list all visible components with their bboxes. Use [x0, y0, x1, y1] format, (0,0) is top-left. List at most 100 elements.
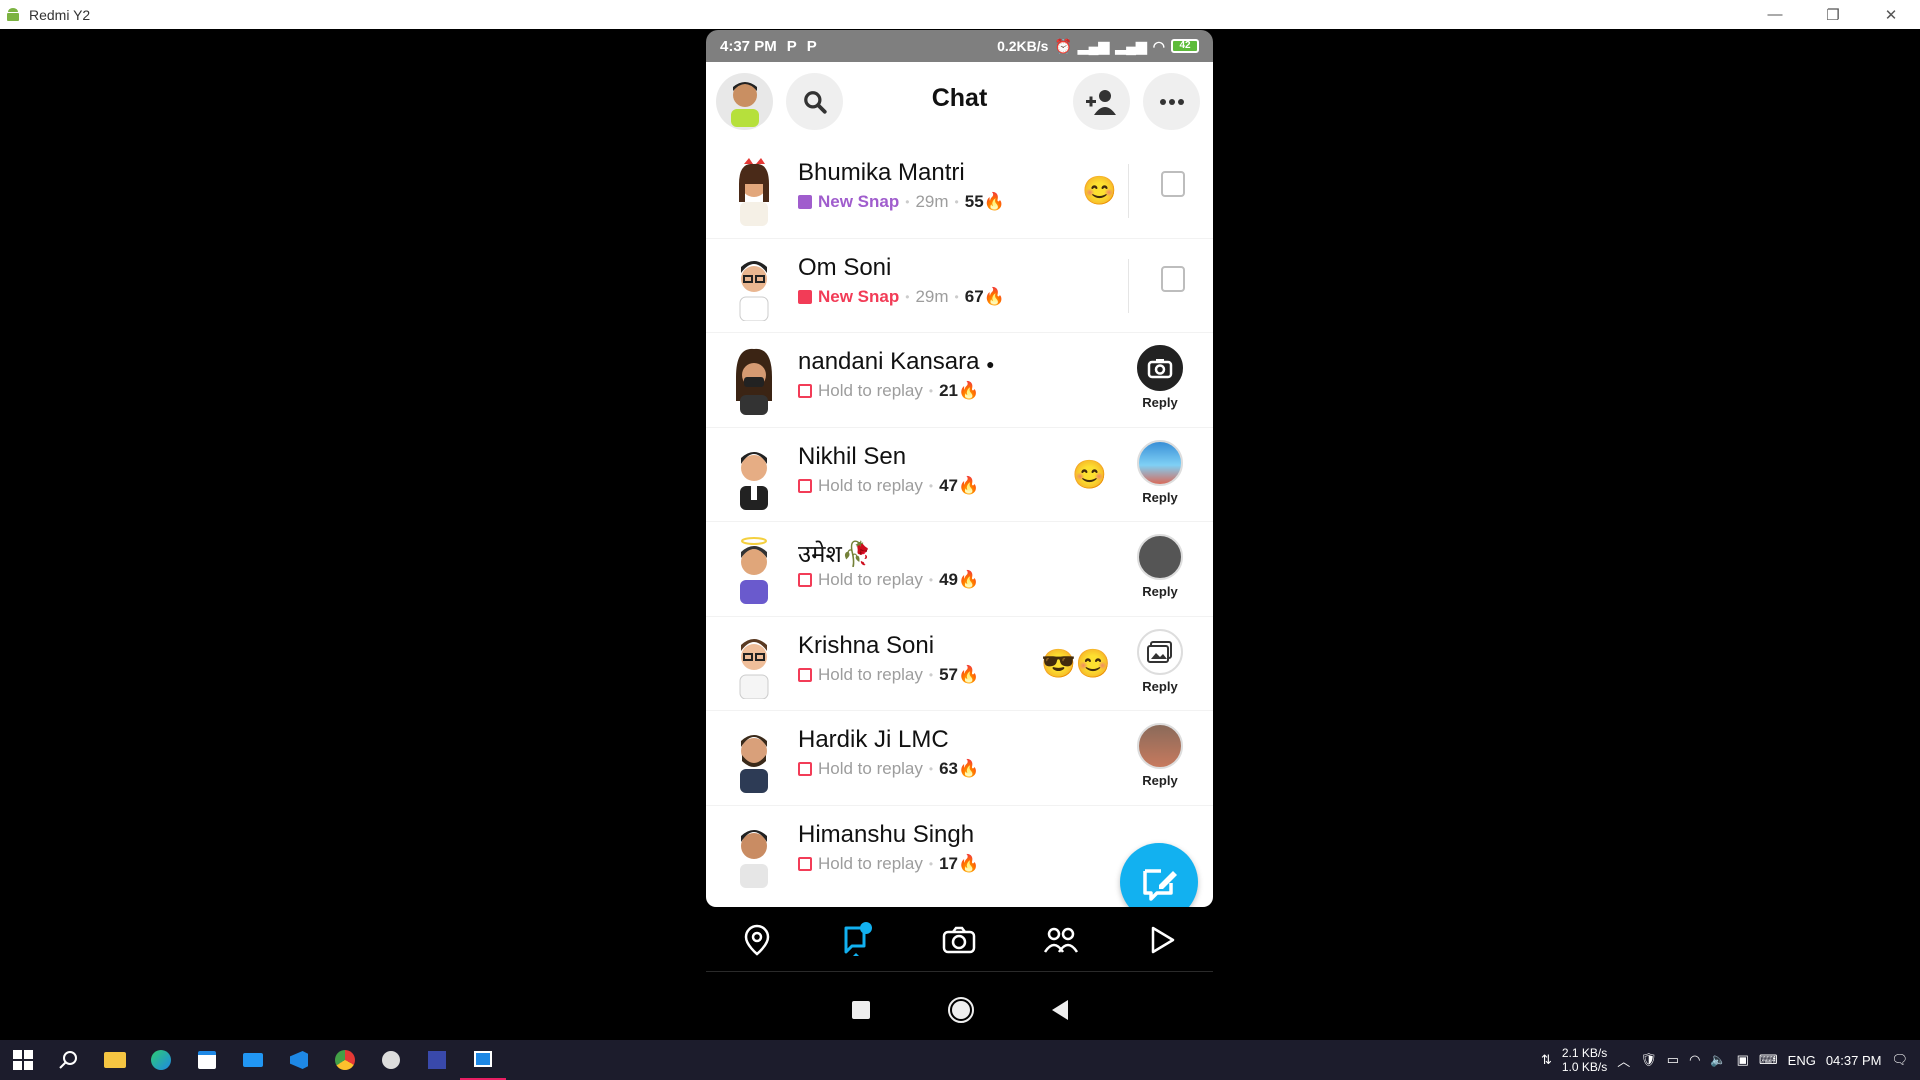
streak-count: 67🔥 [964, 286, 1005, 306]
status-icon-p2: P [806, 37, 817, 55]
edge-icon [151, 1050, 171, 1070]
edge-button[interactable] [138, 1040, 184, 1080]
taskbar: ⇅ 2.1 KB/s 1.0 KB/s ︿ 🛡 ▭ ◠ 🔈 ▣ ⌨ ENG 04… [0, 1040, 1920, 1080]
chat-bubble-icon[interactable] [1161, 265, 1185, 292]
reply-button[interactable]: Reply [1136, 439, 1184, 505]
camera-tab[interactable] [939, 920, 979, 960]
chat-row[interactable]: उमेश🥀 Hold to replay • 49🔥 Reply [706, 522, 1213, 617]
reply-button[interactable]: Reply [1136, 534, 1184, 599]
chat-tab[interactable] [838, 920, 878, 960]
start-button[interactable] [0, 1040, 46, 1080]
battery-icon[interactable]: ▭ [1667, 1052, 1679, 1068]
compose-icon [1143, 869, 1177, 901]
minimize-button[interactable]: — [1746, 0, 1804, 29]
status-icon-p1: P [786, 37, 797, 55]
store-button[interactable] [184, 1040, 230, 1080]
status-bar: 4:37 PM P P 0.2KB/s ⏰ ▂▄▆ ▂▄▆ ◠ 42 [706, 30, 1213, 62]
chat-row[interactable]: Krishna Soni Hold to replay • 57🔥 😎😊 Rep… [706, 617, 1213, 711]
camera-icon [1147, 359, 1173, 379]
chat-bubble-icon[interactable] [1161, 171, 1185, 197]
chat-name: Hardik Ji LMC [798, 726, 949, 753]
android-icon [7, 7, 19, 21]
status-time: 4:37 PM [720, 37, 777, 55]
chat-row[interactable]: nandani Kansara ● Hold to replay • 21🔥 R… [706, 333, 1213, 428]
mail-button[interactable] [230, 1040, 276, 1080]
bitmoji-avatar-icon [736, 348, 772, 415]
opened-snap-icon [798, 573, 812, 587]
windows-icon [13, 1050, 33, 1070]
notifications-icon[interactable]: 🗨 [1891, 1052, 1908, 1068]
more-options-button[interactable] [1143, 73, 1200, 130]
status-text: New Snap [818, 192, 900, 211]
phone-screen: 4:37 PM P P 0.2KB/s ⏰ ▂▄▆ ▂▄▆ ◠ 42 Chat [706, 30, 1213, 908]
reply-button[interactable]: Reply [1136, 723, 1184, 788]
back-button[interactable] [1051, 1000, 1068, 1020]
clock[interactable]: 04:37 PM [1826, 1053, 1882, 1068]
vscode-icon [290, 1051, 308, 1069]
reply-button[interactable]: Reply [1136, 345, 1184, 410]
play-icon [1152, 926, 1175, 953]
folder-icon [104, 1052, 126, 1068]
friend-emoji: 😊 [1072, 458, 1107, 490]
recents-button[interactable] [851, 1001, 870, 1019]
map-tab[interactable] [737, 920, 777, 960]
status-text: Hold to replay [818, 570, 923, 589]
streak-count: 49🔥 [939, 570, 980, 589]
close-button[interactable]: ✕ [1862, 0, 1920, 29]
stories-tab[interactable] [1041, 920, 1081, 960]
streak-count: 21🔥 [939, 381, 980, 400]
chat-status: New Snap • 29m • 55🔥 [798, 192, 1005, 212]
camera-tray-icon[interactable]: ▣ [1737, 1052, 1749, 1068]
search-taskbar-button[interactable] [46, 1040, 92, 1080]
vscode-button[interactable] [276, 1040, 322, 1080]
app-button[interactable] [368, 1040, 414, 1080]
chevron-up-icon[interactable]: ︿ [1617, 1051, 1630, 1070]
status-text: Hold to replay [818, 475, 923, 495]
friends-icon [1043, 927, 1078, 953]
language-indicator[interactable]: ENG [1788, 1053, 1816, 1068]
wifi-icon[interactable]: ◠ [1689, 1052, 1700, 1068]
app2-button[interactable] [414, 1040, 460, 1080]
system-tray: ⇅ 2.1 KB/s 1.0 KB/s ︿ 🛡 ▭ ◠ 🔈 ▣ ⌨ ENG 04… [1541, 1040, 1920, 1080]
keyboard-icon[interactable]: ⌨ [1759, 1052, 1778, 1068]
chat-row[interactable]: Bhumika Mantri New Snap • 29m • 55🔥 😊 [706, 144, 1213, 239]
reply-button[interactable]: Reply [1136, 628, 1184, 694]
download-arrows-icon: ⇅ [1540, 1052, 1552, 1067]
streak-count: 47🔥 [939, 475, 980, 495]
chat-status: Hold to replay • 63🔥 [798, 759, 979, 779]
chat-name: Nikhil Sen [798, 442, 907, 470]
home-button[interactable] [947, 997, 974, 1023]
chat-row[interactable]: Nikhil Sen Hold to replay • 47🔥 😊 Reply [706, 428, 1213, 522]
opened-snap-icon [798, 762, 812, 776]
battery-icon: 42 [1171, 39, 1199, 53]
chat-row[interactable]: Hardik Ji LMC Hold to replay • 63🔥 Reply [706, 711, 1213, 806]
bitmoji-avatar-icon [740, 537, 768, 604]
streak-count: 57🔥 [939, 664, 980, 684]
app2-icon [428, 1051, 446, 1069]
file-explorer-button[interactable] [92, 1040, 138, 1080]
streak-count: 17🔥 [939, 853, 980, 873]
mail-icon [243, 1053, 263, 1067]
chat-list: Bhumika Mantri New Snap • 29m • 55🔥 😊 Om… [706, 144, 1213, 900]
bitmoji-avatar-icon [739, 638, 769, 699]
opened-snap-icon [798, 856, 812, 871]
more-icon [1159, 98, 1184, 105]
wifi-icon: ◠ [1152, 37, 1165, 54]
chat-name: Himanshu Singh [798, 820, 975, 848]
volume-icon[interactable]: 🔈 [1710, 1052, 1726, 1068]
chat-name: nandani Kansara ● [798, 348, 995, 375]
spotlight-tab[interactable] [1142, 920, 1182, 960]
chat-row[interactable]: Om Soni New Snap • 29m • 67🔥 [706, 239, 1213, 333]
chat-name: उमेश🥀 [798, 541, 872, 568]
location-pin-icon [744, 924, 769, 956]
defender-icon[interactable]: 🛡 [1640, 1052, 1657, 1068]
chat-name: Om Soni [798, 253, 892, 281]
chrome-icon [335, 1050, 355, 1070]
restore-button[interactable]: ❐ [1804, 0, 1862, 29]
signal2-icon: ▂▄▆ [1115, 37, 1147, 54]
add-friend-button[interactable] [1073, 73, 1130, 130]
chrome-button[interactable] [322, 1040, 368, 1080]
chat-screen: Chat Bhumika Mantri New Snap • 29m • 55🔥 [706, 62, 1213, 907]
new-snap-purple-icon [798, 195, 812, 209]
scrcpy-button[interactable] [460, 1040, 506, 1080]
